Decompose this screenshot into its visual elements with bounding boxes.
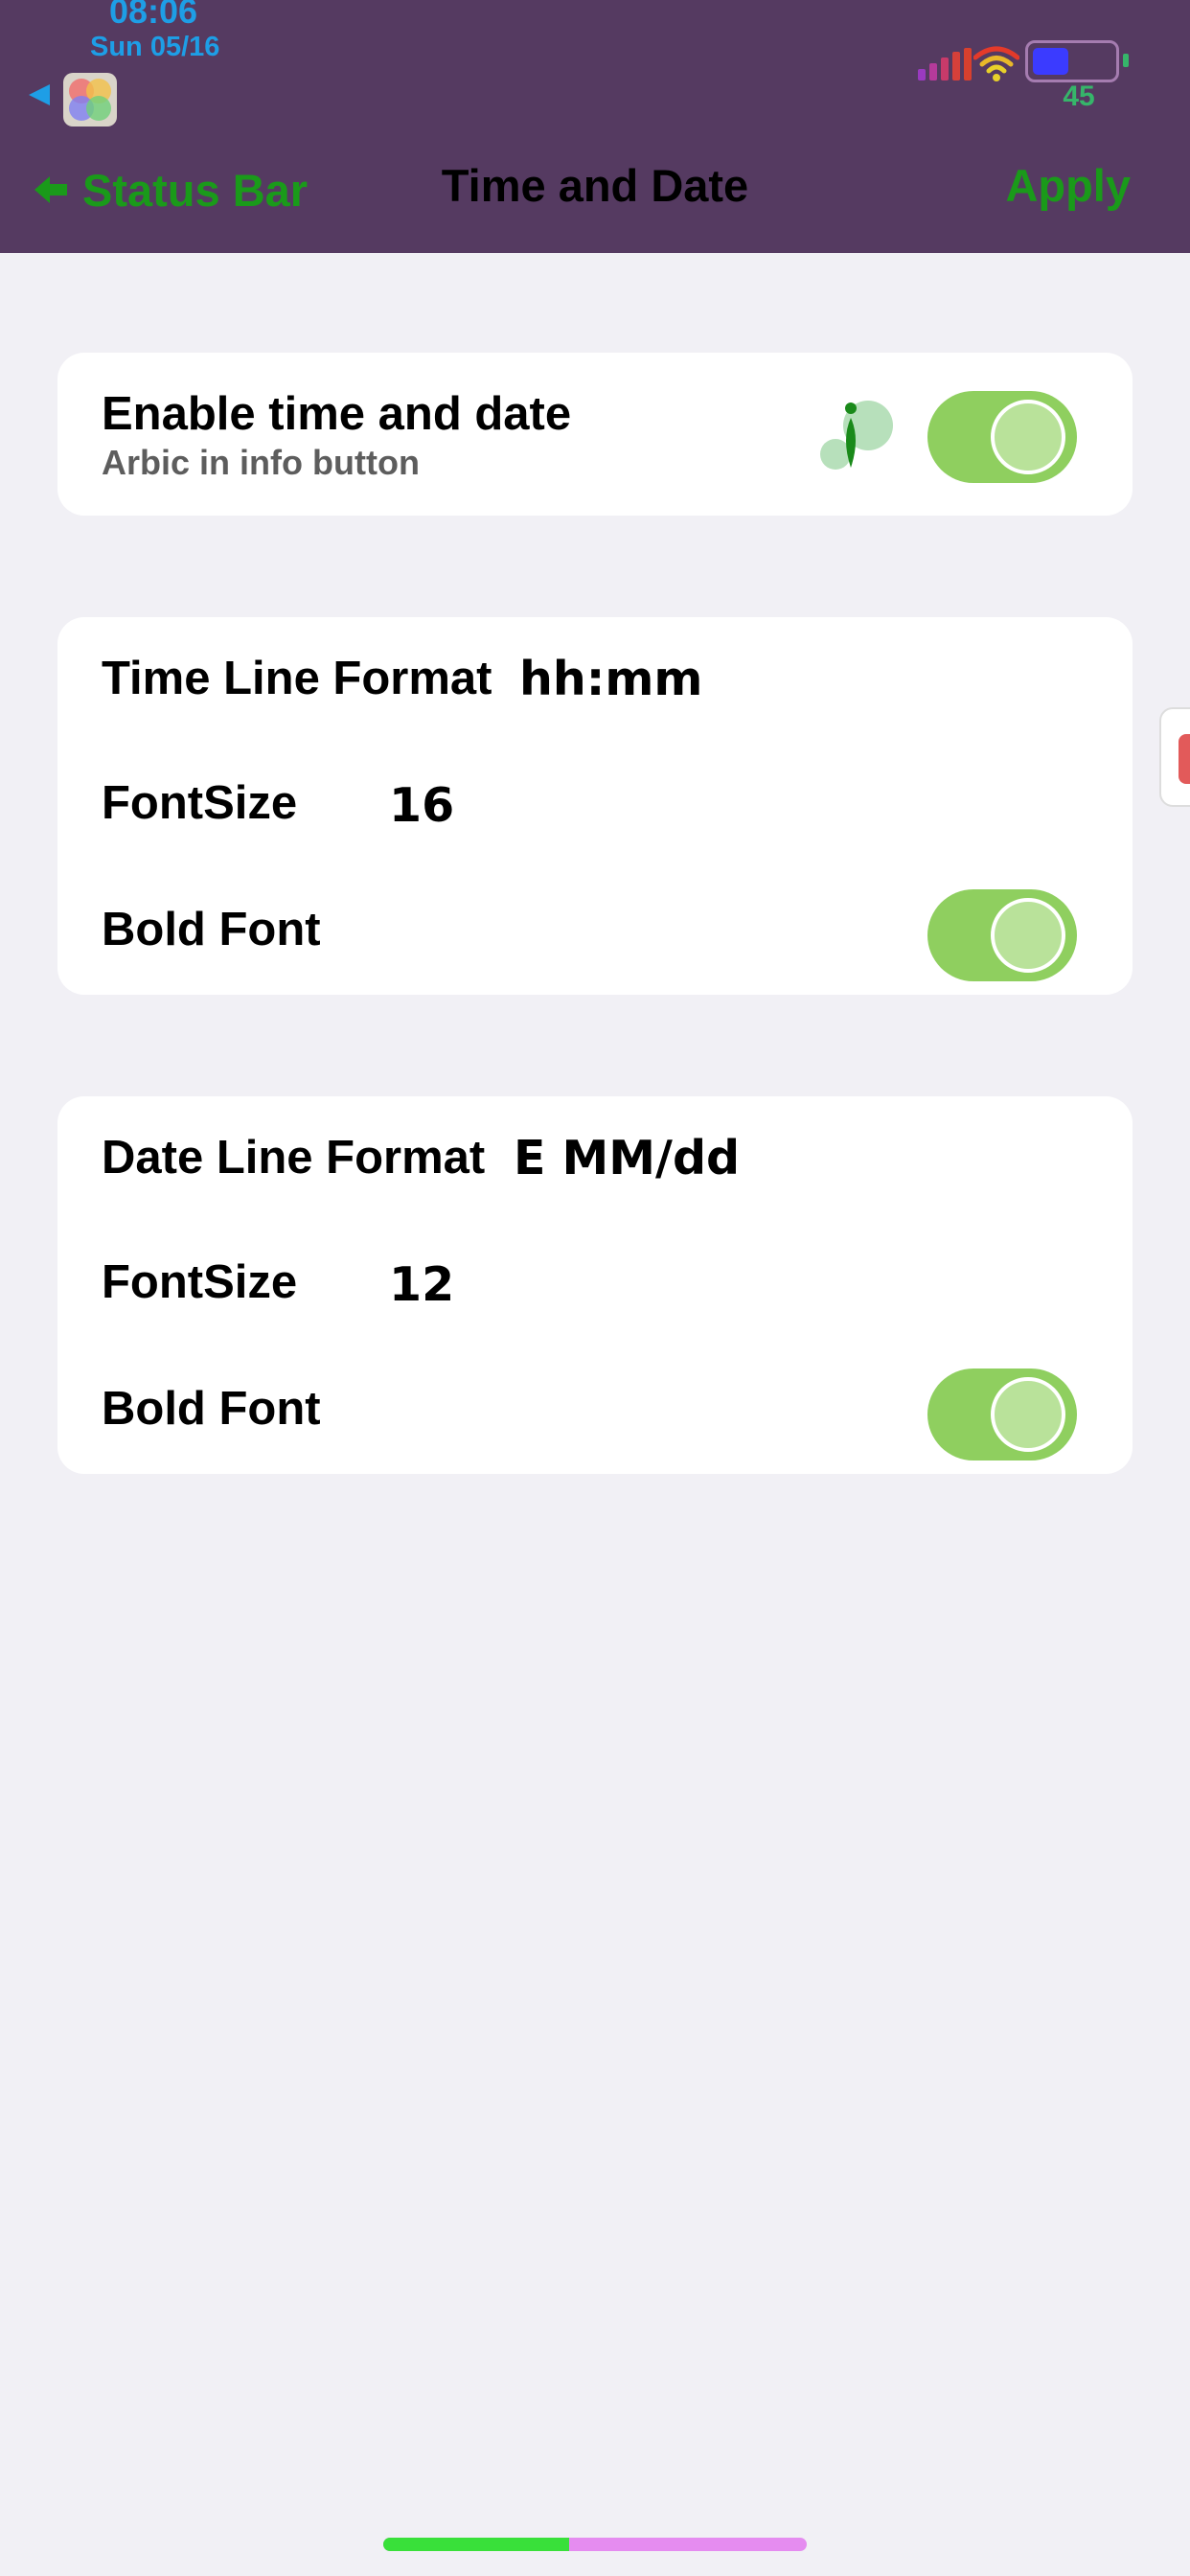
- app-icon[interactable]: [63, 73, 117, 126]
- toggle-knob: [991, 898, 1065, 973]
- time-fontsize-value[interactable]: 16: [389, 778, 454, 833]
- enable-title: Enable time and date: [102, 388, 572, 440]
- battery-icon: [1025, 40, 1119, 82]
- battery-fill: [1033, 48, 1068, 75]
- date-fontsize-label: FontSize: [102, 1256, 298, 1308]
- time-format-label: Time Line Format: [102, 653, 492, 704]
- time-bold-label: Bold Font: [102, 904, 321, 955]
- wifi-icon: [973, 46, 1019, 81]
- date-line-card: Date Line Format E MM/dd FontSize 12 Bol…: [57, 1096, 1133, 1474]
- time-bold-toggle[interactable]: [927, 889, 1077, 981]
- time-line-card: Time Line Format hh:mm FontSize 16 Bold …: [57, 617, 1133, 995]
- date-format-value[interactable]: E MM/dd: [514, 1131, 740, 1185]
- enable-toggle[interactable]: [927, 391, 1077, 483]
- date-fontsize-value[interactable]: 12: [389, 1257, 454, 1312]
- toggle-knob: [991, 1377, 1065, 1452]
- time-format-value[interactable]: hh:mm: [519, 652, 702, 706]
- enable-subtitle: Arbic in info button: [102, 443, 420, 482]
- home-indicator-progress: [383, 2538, 570, 2551]
- info-icon[interactable]: [816, 395, 897, 475]
- toggle-knob: [991, 400, 1065, 474]
- date-bold-label: Bold Font: [102, 1383, 321, 1435]
- side-handle[interactable]: [1159, 707, 1190, 807]
- back-arrow-icon[interactable]: [29, 84, 50, 105]
- date-bold-toggle[interactable]: [927, 1368, 1077, 1460]
- enable-card: Enable time and date Arbic in info butto…: [57, 353, 1133, 516]
- signal-icon: [918, 48, 972, 80]
- home-indicator[interactable]: [383, 2538, 807, 2551]
- header: 08:06 Sun 05/16 45 Status Bar Time and D…: [0, 0, 1190, 253]
- time-fontsize-label: FontSize: [102, 777, 298, 829]
- date-format-label: Date Line Format: [102, 1132, 486, 1184]
- battery-cap: [1123, 54, 1129, 67]
- battery-level: 45: [1063, 80, 1095, 112]
- status-time: 08:06: [109, 0, 198, 31]
- status-date: Sun 05/16: [90, 32, 220, 62]
- apply-button[interactable]: Apply: [1005, 159, 1131, 212]
